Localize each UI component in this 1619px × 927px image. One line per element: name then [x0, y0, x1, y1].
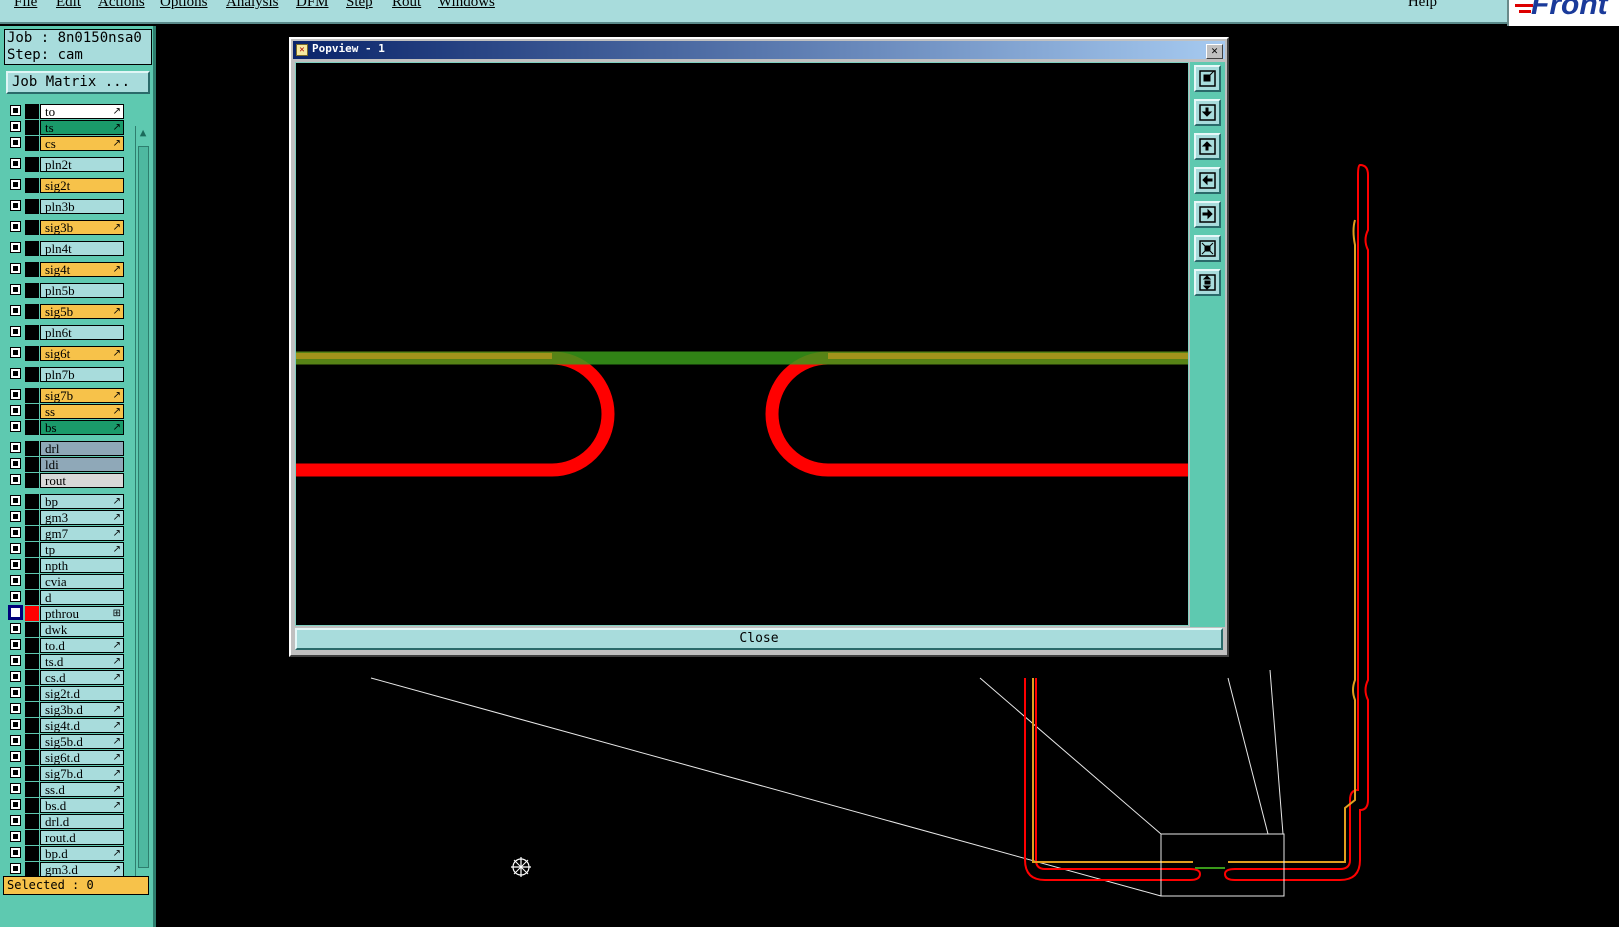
popview-graphics: [296, 351, 1188, 477]
zoom-in-icon[interactable]: [1194, 99, 1221, 126]
popview-toolbar: [1190, 62, 1225, 627]
trace-red-right: [765, 351, 1188, 477]
zoom-leader-line: [370, 677, 1162, 897]
zoom-leader-line: [1269, 669, 1284, 835]
zoom-fit-icon[interactable]: [1194, 235, 1221, 262]
zoom-out-icon[interactable]: [1194, 133, 1221, 160]
zoom-leader-line: [979, 677, 1162, 835]
close-icon[interactable]: ✕: [1206, 44, 1223, 59]
popview-titlebar[interactable]: ✕ Popview - 1 ✕: [293, 41, 1225, 59]
window-app-icon: ✕: [296, 44, 308, 56]
crosshair-cursor-icon: [511, 857, 531, 877]
zoom-home-icon[interactable]: [1194, 269, 1221, 296]
popview-title: Popview - 1: [312, 42, 385, 55]
pan-left-icon[interactable]: [1194, 167, 1221, 194]
board-trace-orange-right: [1228, 219, 1356, 863]
popview-window: ✕ Popview - 1 ✕ Close: [289, 37, 1229, 657]
trace-red-left: [296, 351, 615, 477]
close-button[interactable]: Close: [295, 628, 1223, 650]
popview-canvas[interactable]: [295, 62, 1189, 626]
zoom-window-frame[interactable]: [1160, 833, 1285, 897]
board-trace-red-right: [1223, 164, 1369, 881]
zoom-leader-line: [1227, 677, 1269, 835]
zoom-window-icon[interactable]: [1194, 65, 1221, 92]
board-trace-red-left: [1024, 678, 1202, 881]
pan-right-icon[interactable]: [1194, 201, 1221, 228]
